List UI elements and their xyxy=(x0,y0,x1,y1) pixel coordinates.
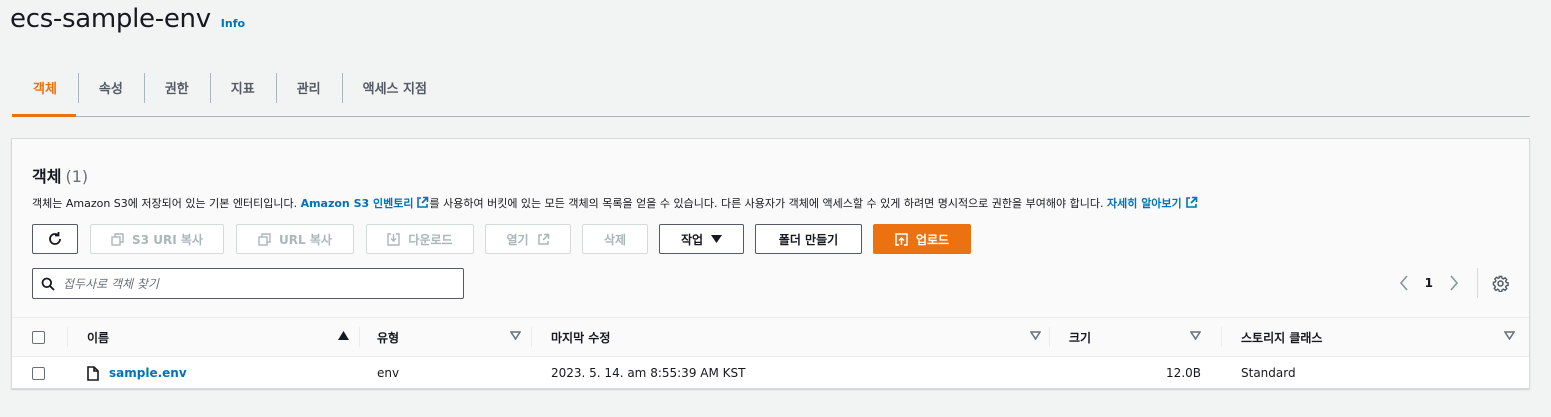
row-checkbox[interactable] xyxy=(32,366,45,380)
panel-title-text: 객체 xyxy=(32,167,62,186)
copy-icon xyxy=(111,232,124,246)
sort-ascending-icon[interactable] xyxy=(338,331,349,340)
inventory-link-label: Amazon S3 인벤토리 xyxy=(300,197,414,210)
search-icon xyxy=(41,277,55,291)
tab-bar: 객체 속성 권한 지표 관리 액세스 지점 xyxy=(12,72,1530,117)
column-last-modified-label: 마지막 수정 xyxy=(551,330,611,345)
open-button[interactable]: 열기 xyxy=(485,224,571,254)
object-count: (1) xyxy=(65,167,89,186)
object-storage-class-cell: Standard xyxy=(1241,366,1296,380)
download-icon xyxy=(387,232,401,246)
tab-objects[interactable]: 객체 xyxy=(12,72,78,103)
sort-icon[interactable] xyxy=(1030,331,1041,340)
copy-s3-uri-button[interactable]: S3 URI 복사 xyxy=(90,224,224,254)
tab-properties[interactable]: 속성 xyxy=(77,72,144,103)
page-header: ecs-sample-env Info xyxy=(10,4,245,34)
upload-label: 업로드 xyxy=(915,232,950,247)
column-name-label: 이름 xyxy=(87,330,110,345)
inventory-link[interactable]: Amazon S3 인벤토리 xyxy=(300,196,430,210)
column-last-modified[interactable]: 마지막 수정 xyxy=(531,318,1049,356)
external-link-icon xyxy=(537,233,549,245)
open-label: 열기 xyxy=(506,232,529,247)
upload-icon xyxy=(895,232,908,246)
learn-more-label: 자세히 알아보기 xyxy=(1107,197,1182,210)
external-link-icon xyxy=(417,196,429,208)
column-storage-class[interactable]: 스토리지 클래스 xyxy=(1221,318,1529,356)
page-number[interactable]: 1 xyxy=(1425,276,1433,290)
column-divider xyxy=(359,327,360,347)
panel-description: 객체는 Amazon S3에 저장되어 있는 기본 엔터티입니다. Amazon… xyxy=(32,195,1198,211)
select-all-cell xyxy=(32,318,52,356)
caret-down-icon xyxy=(711,235,723,243)
copy-icon xyxy=(258,232,271,246)
external-link-icon xyxy=(1185,196,1197,208)
row-select-cell xyxy=(32,357,52,389)
sort-icon[interactable] xyxy=(1504,331,1515,340)
object-name-cell[interactable]: sample.env xyxy=(87,357,357,389)
chevron-right-icon[interactable] xyxy=(1449,275,1459,291)
tab-management[interactable]: 관리 xyxy=(275,72,342,103)
create-folder-label: 폴더 만들기 xyxy=(778,232,839,247)
download-label: 다운로드 xyxy=(408,232,453,247)
object-last-modified-cell: 2023. 5. 14. am 8:55:39 AM KST xyxy=(551,366,746,380)
object-name-link[interactable]: sample.env xyxy=(109,366,187,380)
column-size[interactable]: 크기 xyxy=(1049,318,1221,356)
delete-button[interactable]: 삭제 xyxy=(582,224,648,254)
active-tab-indicator xyxy=(12,114,76,117)
column-storage-class-label: 스토리지 클래스 xyxy=(1241,330,1323,345)
column-divider xyxy=(67,327,68,347)
copy-url-button[interactable]: URL 복사 xyxy=(236,224,354,254)
delete-label: 삭제 xyxy=(603,232,627,247)
refresh-button[interactable] xyxy=(32,224,78,254)
column-type[interactable]: 유형 xyxy=(359,318,531,356)
tab-access-points[interactable]: 액세스 지점 xyxy=(341,72,448,103)
info-link[interactable]: Info xyxy=(221,17,245,30)
panel-header: 객체 (1) 객체는 Amazon S3에 저장되어 있는 기본 엔터티입니다. … xyxy=(12,139,1529,317)
objects-panel: 객체 (1) 객체는 Amazon S3에 저장되어 있는 기본 엔터티입니다. … xyxy=(11,138,1530,389)
download-button[interactable]: 다운로드 xyxy=(366,224,474,254)
table-header: 이름 유형 마지막 수정 크기 스토리지 클래스 xyxy=(12,317,1529,357)
pager-divider xyxy=(1477,268,1478,298)
object-type-cell: env xyxy=(377,366,400,380)
tab-metrics[interactable]: 지표 xyxy=(209,72,276,103)
column-name[interactable]: 이름 xyxy=(67,318,359,356)
copy-s3-uri-label: S3 URI 복사 xyxy=(132,232,203,247)
create-folder-button[interactable]: 폴더 만들기 xyxy=(755,224,862,254)
sort-icon[interactable] xyxy=(510,331,521,340)
panel-title: 객체 (1) xyxy=(32,163,88,187)
pagination: 1 xyxy=(1399,267,1509,299)
desc-text-2: 를 사용하여 버킷에 있는 모든 객체의 목록을 얻을 수 있습니다. 다른 사… xyxy=(429,197,1104,210)
table-row[interactable]: sample.env env 2023. 5. 14. am 8:55:39 A… xyxy=(12,357,1529,389)
file-icon xyxy=(87,365,99,381)
object-size-cell: 12.0B xyxy=(1166,366,1201,380)
search-input[interactable]: 접두사로 객체 찾기 xyxy=(32,268,464,299)
chevron-left-icon[interactable] xyxy=(1399,275,1409,291)
tab-permissions[interactable]: 권한 xyxy=(143,72,210,103)
column-divider xyxy=(1221,327,1222,347)
upload-button[interactable]: 업로드 xyxy=(873,224,971,254)
sort-icon[interactable] xyxy=(1190,331,1201,340)
search-placeholder: 접두사로 객체 찾기 xyxy=(63,277,159,291)
gear-icon[interactable] xyxy=(1492,275,1509,292)
actions-dropdown[interactable]: 작업 xyxy=(659,224,744,254)
refresh-icon xyxy=(49,232,61,245)
column-divider xyxy=(1049,327,1050,347)
column-size-label: 크기 xyxy=(1069,330,1092,345)
desc-text-1: 객체는 Amazon S3에 저장되어 있는 기본 엔터티입니다. xyxy=(32,197,298,210)
learn-more-link[interactable]: 자세히 알아보기 xyxy=(1107,196,1198,210)
column-divider xyxy=(531,327,532,347)
page-title: ecs-sample-env xyxy=(10,4,211,34)
actions-label: 작업 xyxy=(680,232,704,247)
select-all-checkbox[interactable] xyxy=(32,330,45,344)
copy-url-label: URL 복사 xyxy=(279,232,332,247)
column-type-label: 유형 xyxy=(377,330,400,345)
